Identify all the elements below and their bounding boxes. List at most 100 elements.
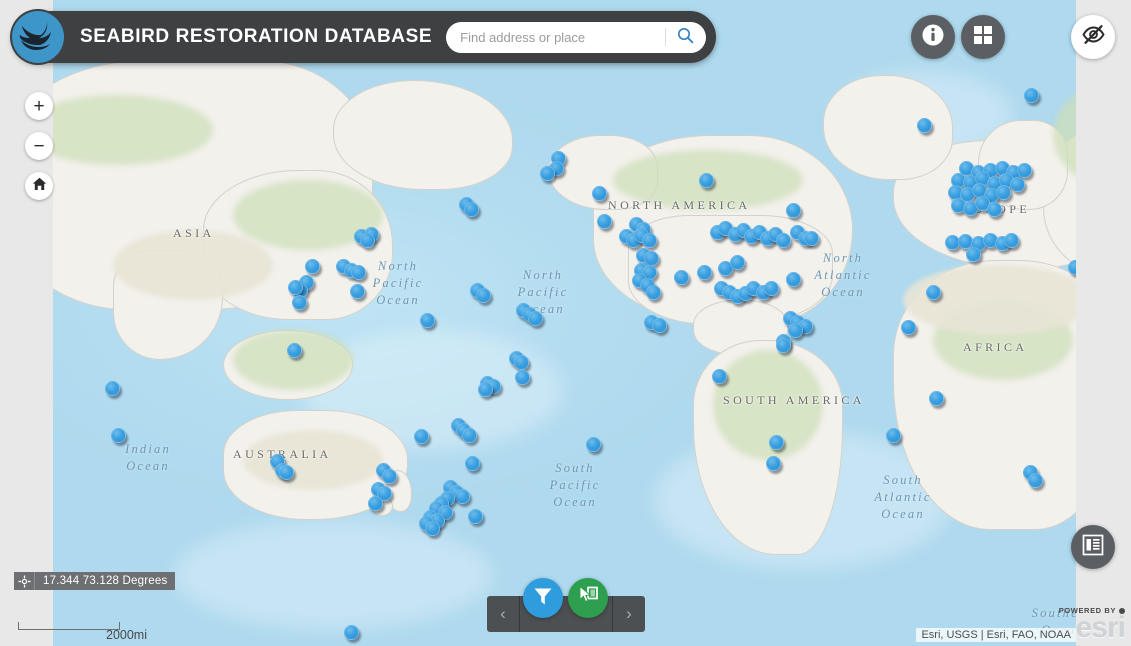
crosshair-icon[interactable] [14,572,35,590]
home-extent-button[interactable] [25,172,53,200]
seabird-site-marker[interactable] [105,381,120,396]
seabird-site-marker[interactable] [279,465,294,480]
seabird-site-marker[interactable] [1024,88,1039,103]
toolbar-next-button[interactable]: › [613,596,645,632]
basemap-gallery-button[interactable] [961,15,1005,59]
app-header: SEABIRD RESTORATION DATABASE [12,11,717,63]
seabird-site-marker[interactable] [468,509,483,524]
about-info-button[interactable] [911,15,955,59]
seabird-site-marker[interactable] [351,265,366,280]
map-attribution[interactable]: Esri, USGS | Esri, FAO, NOAA [916,628,1076,642]
seabird-site-marker[interactable] [697,265,712,280]
seabird-site-marker[interactable] [776,338,791,353]
seabird-site-marker[interactable] [1017,163,1032,178]
info-icon [921,23,945,52]
esri-logo[interactable]: POWERED BY esri [1059,606,1126,644]
seabird-site-marker[interactable] [712,369,727,384]
seabird-site-marker[interactable] [764,281,779,296]
page-title: SEABIRD RESTORATION DATABASE [80,26,433,47]
seabird-site-marker[interactable] [514,355,529,370]
seabird-site-marker[interactable] [515,370,530,385]
seabird-site-marker[interactable] [597,214,612,229]
seabird-site-marker[interactable] [414,429,429,444]
seabird-site-marker[interactable] [288,280,303,295]
water-texture [173,520,493,630]
landmass-greenland [823,75,953,180]
seabird-site-marker[interactable] [111,428,126,443]
seabird-site-marker[interactable] [287,343,302,358]
seabird-site-marker[interactable] [592,186,607,201]
seabird-site-marker[interactable] [350,284,365,299]
search-box[interactable] [446,21,707,53]
zoom-out-button[interactable]: − [25,132,53,160]
filter-tool-button[interactable] [523,578,563,618]
seabird-site-marker[interactable] [540,166,555,181]
seabird-site-marker[interactable] [886,428,901,443]
coordinate-readout[interactable]: 17.344 73.128 Degrees [14,572,176,590]
select-tool-button[interactable] [568,578,608,618]
seabird-site-marker[interactable] [769,435,784,450]
search-button[interactable] [666,22,704,53]
esri-brand-label: esri [1075,610,1126,644]
zoom-in-button[interactable]: + [25,92,53,120]
desert-tint [113,230,273,300]
seabird-site-marker[interactable] [478,382,493,397]
seabird-site-marker[interactable] [642,233,657,248]
seabird-site-marker[interactable] [368,496,383,511]
seabird-site-marker[interactable] [926,285,941,300]
seabird-site-marker[interactable] [786,203,801,218]
seabird-site-marker[interactable] [344,625,359,640]
seabird-site-marker[interactable] [917,118,932,133]
seabird-restoration-database-app: ASIANORTH AMERICAEUROPEAFRICASOUTH AMERI… [0,0,1131,646]
seabird-site-marker[interactable] [901,320,916,335]
seabird-site-marker[interactable] [1028,473,1043,488]
seabird-site-marker[interactable] [674,270,689,285]
widget-toolbar: ‹ › [487,596,645,632]
toolbar-prev-button[interactable]: ‹ [487,596,519,632]
seabird-site-marker[interactable] [1004,233,1019,248]
legend-button[interactable] [1071,525,1115,569]
seabird-site-marker[interactable] [586,437,601,452]
grid-icon [972,24,994,51]
funnel-icon [532,585,554,612]
eye-slash-icon [1081,22,1106,52]
seabird-site-marker[interactable] [1010,177,1025,192]
seabird-site-marker[interactable] [804,231,819,246]
seabird-site-marker[interactable] [360,233,375,248]
seabird-site-marker[interactable] [786,272,801,287]
coordinate-value: 17.344 73.128 Degrees [35,572,176,590]
seabird-site-marker[interactable] [465,456,480,471]
seabird-site-marker[interactable] [966,247,981,262]
seabird-site-marker[interactable] [462,428,477,443]
seabird-site-marker[interactable] [646,285,661,300]
seabird-site-marker[interactable] [766,456,781,471]
vegetation-tint [713,350,823,460]
seabird-site-marker[interactable] [528,311,543,326]
seabird-site-marker[interactable] [987,202,1002,217]
seabird-site-marker[interactable] [455,489,470,504]
toggle-visibility-button[interactable] [1071,15,1115,59]
select-arrow-icon [577,584,600,612]
vegetation-tint [233,330,353,390]
app-logo[interactable] [12,11,64,63]
toolbar-divider [519,596,520,632]
seabird-site-marker[interactable] [476,288,491,303]
seabird-site-marker[interactable] [425,521,440,536]
seabird-site-marker[interactable] [382,469,397,484]
seabird-site-marker[interactable] [730,255,745,270]
seabird-site-marker[interactable] [996,185,1011,200]
seabird-site-marker[interactable] [788,323,803,338]
seabird-site-marker[interactable] [929,391,944,406]
seabird-site-marker[interactable] [464,202,479,217]
seabird-site-marker[interactable] [699,173,714,188]
home-icon [32,177,47,196]
seabird-site-marker[interactable] [652,318,667,333]
search-input[interactable] [446,28,666,46]
map-viewport[interactable]: ASIANORTH AMERICAEUROPEAFRICASOUTH AMERI… [53,0,1076,646]
search-icon [677,27,694,47]
seabird-site-marker[interactable] [292,295,307,310]
seabird-site-marker[interactable] [776,233,791,248]
seabird-site-marker[interactable] [420,313,435,328]
seabird-site-marker[interactable] [1068,260,1076,275]
seabird-site-marker[interactable] [305,259,320,274]
